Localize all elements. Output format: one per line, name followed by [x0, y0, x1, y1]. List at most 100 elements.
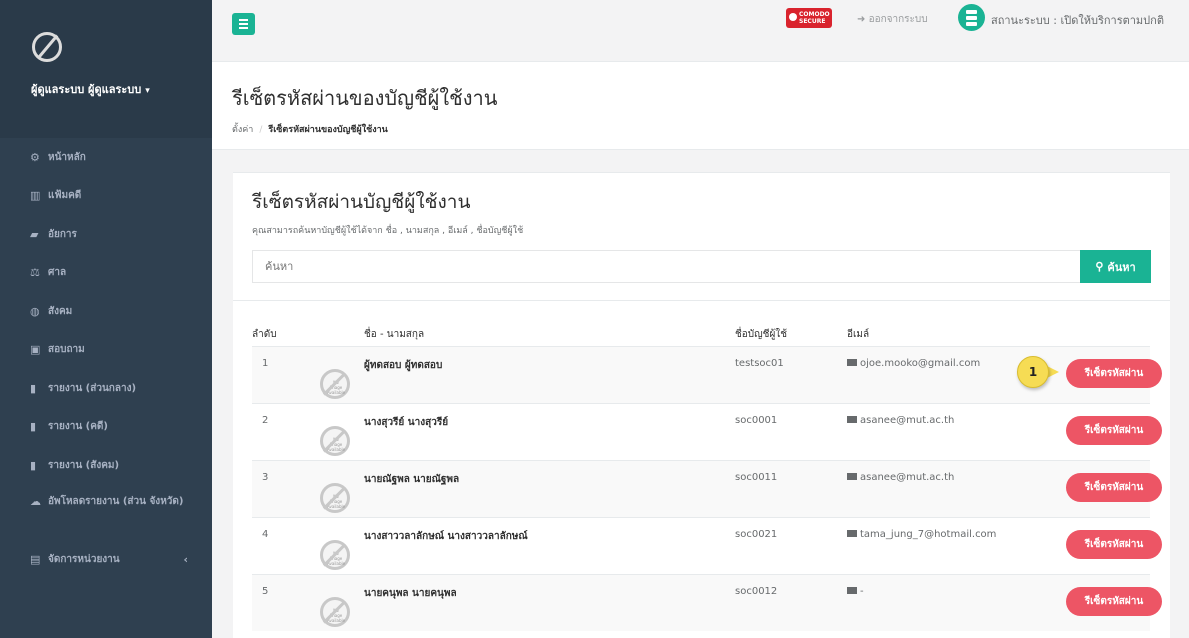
- sidebar-item[interactable]: ▥ แฟ้มคดี: [0, 177, 212, 216]
- search-icon: ⚲: [1095, 261, 1104, 273]
- sidebar-item[interactable]: ▮ รายงาน (ส่วนกลาง): [0, 369, 212, 408]
- sidebar-item-label: หน้าหลัก: [48, 151, 86, 163]
- no-image-text: No Image Available: [327, 551, 346, 566]
- envelope-icon: [847, 587, 857, 594]
- page-title: รีเซ็ตรหัสผ่านของบัญชีผู้ใช้งาน: [232, 86, 498, 110]
- breadcrumb-separator: /: [259, 125, 263, 135]
- row-username: soc0012: [735, 586, 778, 597]
- sidebar-item-label: อัยการ: [48, 228, 77, 240]
- search-input[interactable]: [252, 250, 1081, 283]
- profile-dropdown[interactable]: ผู้ดูแลระบบ ผู้ดูแลระบบ ▾: [31, 80, 212, 98]
- row-email: asanee@mut.ac.th: [847, 472, 954, 483]
- row-email-text: -: [860, 586, 864, 597]
- table-row: 4 No Image Available นางสาววลาลักษณ์ นางสา…: [252, 517, 1162, 574]
- building-icon: ▤: [30, 553, 41, 567]
- sidebar: ผู้ดูแลระบบ ผู้ดูแลระบบ ▾ ⚙ หน้าหลัก ▥ แฟ้มค…: [0, 0, 212, 638]
- row-order: 5: [262, 586, 269, 597]
- sidebar-item[interactable]: ▤ จัดการหน่วยงาน ‹: [0, 541, 212, 580]
- step-callout: 1: [1017, 356, 1069, 388]
- server-icon: [958, 4, 985, 31]
- dashboard-icon: ⚙: [30, 150, 40, 164]
- comodo-line1: COMODO: [799, 11, 830, 18]
- header-name: ชื่อ - นามสกุล: [364, 329, 425, 340]
- row-name: ผู้ทดสอบ ผู้ทดสอบ: [364, 360, 443, 371]
- sign-out-icon: ➜: [857, 14, 869, 25]
- scale-icon: ⚖: [30, 266, 40, 280]
- card-description: คุณสามารถค้นหาบัญชีผู้ใช้ได้จาก ชื่อ , น…: [252, 226, 524, 236]
- envelope-icon: [847, 530, 857, 537]
- sidebar-item[interactable]: ⚖ ศาล: [0, 254, 212, 293]
- row-email: -: [847, 586, 864, 597]
- sidebar-item-label: สังคม: [48, 305, 73, 317]
- row-email-text: asanee@mut.ac.th: [860, 415, 955, 426]
- page-heading: รีเซ็ตรหัสผ่านของบัญชีผู้ใช้งาน ตั้งค่า /…: [212, 62, 1189, 150]
- row-name: นางสุวรีย์ นางสุวรีย์: [364, 417, 449, 428]
- menu-toggle-button[interactable]: [232, 13, 255, 35]
- card-title: รีเซ็ตรหัสผ่านบัญชีผู้ใช้งาน: [252, 191, 471, 213]
- envelope-icon: [847, 416, 857, 423]
- bar-chart-icon: ▮: [30, 381, 37, 395]
- envelope-icon: [847, 473, 857, 480]
- caret-down-icon: ▾: [145, 86, 150, 96]
- row-order: 1: [262, 358, 269, 369]
- reset-password-button[interactable]: รีเซ็ตรหัสผ่าน: [1066, 587, 1162, 616]
- bar-chart-icon: ▮: [30, 458, 37, 472]
- table-row: 3 No Image Available นายณัฐพล นายณัฐพล soc0…: [252, 460, 1162, 517]
- sidebar-item[interactable]: ⚙ หน้าหลัก: [0, 138, 212, 177]
- no-image-text: No Image Available: [327, 608, 346, 623]
- row-order: 4: [262, 529, 269, 540]
- row-name: นางสาววลาลักษณ์ นางสาววลาลักษณ์: [364, 531, 528, 542]
- no-image-avatar: No Image Available: [320, 369, 350, 399]
- search-button-label: ค้นหา: [1107, 261, 1136, 274]
- no-image-text: No Image Available: [327, 494, 346, 509]
- table-row: 1 No Image Available ผู้ทดสอบ ผู้ทดสอบ test…: [252, 346, 1162, 403]
- logout-link[interactable]: ➜ ออกจากระบบ: [857, 12, 928, 27]
- sidebar-item[interactable]: ▮ รายงาน (สังคม): [0, 446, 212, 485]
- sidebar-item-label: รายงาน (คดี): [48, 421, 108, 433]
- sidebar-item[interactable]: ▰ อัยการ: [0, 215, 212, 254]
- sidebar-item-label: อัพโหลดรายงาน (ส่วน จังหวัด): [48, 495, 184, 507]
- sidebar-item-label: สอบถาม: [48, 344, 85, 356]
- reset-password-button[interactable]: รีเซ็ตรหัสผ่าน: [1066, 530, 1162, 559]
- comodo-secure-badge: COMODO SECURE: [786, 8, 832, 28]
- row-email: asanee@mut.ac.th: [847, 415, 954, 426]
- envelope-icon: [847, 359, 857, 366]
- no-image-text: No Image Available: [327, 437, 346, 452]
- sidebar-item[interactable]: ▮ รายงาน (คดี): [0, 408, 212, 447]
- sidebar-item[interactable]: ◍ สังคม: [0, 292, 212, 331]
- row-username: soc0011: [735, 472, 778, 483]
- header-email: อีเมล์: [847, 329, 870, 340]
- header-username: ชื่อบัญชีผู้ใช้: [735, 329, 787, 340]
- row-name: นายคนุพล นายคนุพล: [364, 588, 457, 599]
- sidebar-item[interactable]: ☁ อัพโหลดรายงาน (ส่วน จังหวัด): [0, 485, 212, 541]
- logout-label: ออกจากระบบ: [868, 14, 928, 25]
- book-icon: ▰: [30, 227, 39, 241]
- header-order: ลำดับ: [252, 329, 277, 340]
- reset-password-button[interactable]: รีเซ็ตรหัสผ่าน: [1066, 359, 1162, 388]
- breadcrumb-root[interactable]: ตั้งค่า: [232, 125, 253, 135]
- sidebar-item-label: จัดการหน่วยงาน: [48, 554, 120, 566]
- globe-icon: ◍: [30, 304, 40, 318]
- chevron-left-icon: ‹: [183, 553, 188, 567]
- bar-chart-icon: ▮: [30, 420, 37, 434]
- comodo-line2: SECURE: [799, 18, 826, 25]
- row-username: testsoc01: [735, 358, 784, 369]
- sidebar-item-label: รายงาน (ส่วนกลาง): [48, 382, 137, 394]
- row-name: นายณัฐพล นายณัฐพล: [364, 474, 460, 485]
- search-button[interactable]: ⚲ ค้นหา: [1080, 250, 1151, 283]
- breadcrumb-active: รีเซ็ตรหัสผ่านของบัญชีผู้ใช้งาน: [268, 125, 388, 135]
- topbar: COMODO SECURE ➜ ออกจากระบบ สถานะระบบ : เป…: [212, 0, 1189, 62]
- cloud-upload-icon: ☁: [30, 494, 41, 508]
- reset-password-button[interactable]: รีเซ็ตรหัสผ่าน: [1066, 416, 1162, 445]
- sidebar-item[interactable]: ▣ สอบถาม: [0, 331, 212, 370]
- row-email: ojoe.mooko@gmail.com: [847, 358, 980, 369]
- bank-icon: ▥: [30, 189, 41, 203]
- reset-password-button[interactable]: รีเซ็ตรหัสผ่าน: [1066, 473, 1162, 502]
- no-image-avatar: No Image Available: [320, 426, 350, 456]
- breadcrumb: ตั้งค่า / รีเซ็ตรหัสผ่านของบัญชีผู้ใช้งาน: [232, 122, 1189, 136]
- step-number: 1: [1017, 356, 1049, 388]
- divider: [233, 300, 1170, 301]
- row-email-text: tama_jung_7@hotmail.com: [860, 529, 997, 540]
- no-image-avatar: No Image Available: [320, 597, 350, 627]
- row-order: 2: [262, 415, 269, 426]
